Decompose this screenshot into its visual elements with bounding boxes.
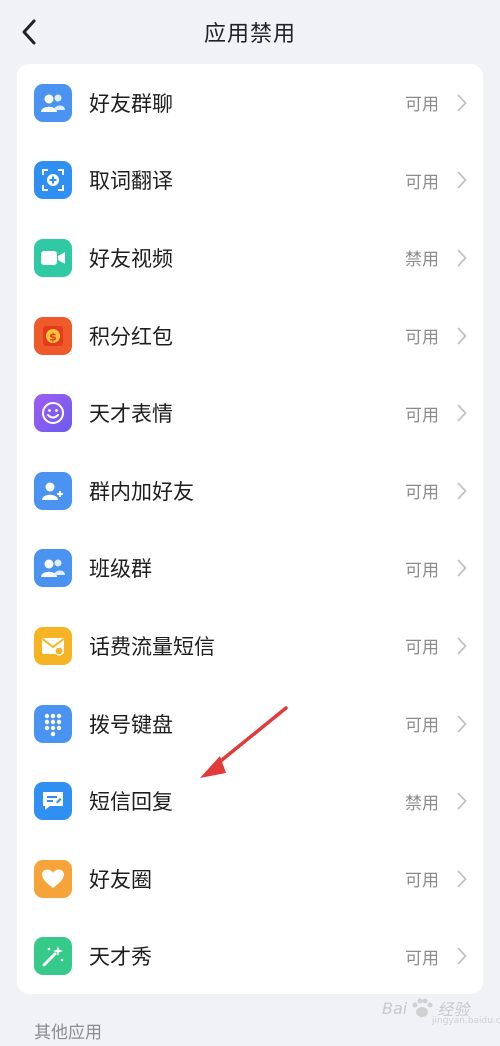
- chevron-right-icon: [455, 326, 469, 346]
- app-row-word-translate[interactable]: 取词翻译 可用: [17, 142, 483, 220]
- app-row-genius-emoji[interactable]: 天才表情 可用: [17, 374, 483, 452]
- app-status: 可用: [405, 483, 439, 504]
- section-header-other-apps: 其他应用: [34, 1023, 102, 1043]
- app-label: 积分红包: [89, 324, 173, 349]
- app-label: 话费流量短信: [89, 634, 215, 659]
- app-status: 可用: [405, 871, 439, 892]
- baidu-watermark: Bai 经验 jingyan.baidu.com: [382, 996, 500, 1026]
- app-row-friend-circle[interactable]: 好友圈 可用: [17, 840, 483, 918]
- chevron-right-icon: [455, 714, 469, 734]
- app-row-class-group[interactable]: 班级群 可用: [17, 530, 483, 608]
- magic-wand-icon: [34, 937, 72, 976]
- add-friend-icon: [34, 471, 72, 510]
- app-status: 可用: [405, 328, 439, 349]
- chevron-right-icon: [455, 558, 469, 578]
- app-status: 可用: [405, 95, 439, 116]
- chevron-right-icon: [455, 481, 469, 501]
- page-title: 应用禁用: [203, 22, 296, 47]
- watermark-url: jingyan.baidu.com: [432, 1016, 500, 1026]
- chevron-right-icon: [455, 248, 469, 268]
- app-status: 禁用: [405, 250, 439, 271]
- app-label: 天才秀: [89, 945, 152, 970]
- app-label: 好友群聊: [89, 91, 173, 116]
- app-status: 禁用: [405, 793, 439, 814]
- class-group-icon: [34, 549, 72, 588]
- chevron-right-icon: [455, 869, 469, 889]
- app-row-group-add-friend[interactable]: 群内加好友 可用: [17, 452, 483, 530]
- app-row-dial-pad[interactable]: 拨号键盘 可用: [17, 685, 483, 763]
- red-packet-icon: $: [34, 316, 72, 355]
- group-chat-icon: [34, 83, 72, 122]
- app-status: 可用: [405, 716, 439, 737]
- chevron-right-icon: [455, 636, 469, 656]
- app-status: 可用: [405, 405, 439, 426]
- app-row-data-sms[interactable]: 话费流量短信 可用: [17, 607, 483, 685]
- app-label: 好友视频: [89, 246, 173, 271]
- app-status: 可用: [405, 172, 439, 193]
- app-label: 班级群: [89, 557, 152, 582]
- smiley-face-icon: [34, 394, 72, 433]
- svg-text:$: $: [49, 330, 57, 343]
- heart-icon: [34, 859, 72, 898]
- app-label: 短信回复: [89, 790, 173, 815]
- chevron-right-icon: [455, 946, 469, 966]
- message-reply-icon: [34, 782, 72, 821]
- app-status: 可用: [405, 638, 439, 659]
- dial-pad-icon: [34, 704, 72, 743]
- scan-translate-icon: [34, 161, 72, 200]
- app-label: 群内加好友: [89, 479, 194, 504]
- app-row-friend-video[interactable]: 好友视频 禁用: [17, 219, 483, 297]
- envelope-icon: [34, 626, 72, 665]
- app-row-friend-group-chat[interactable]: 好友群聊 可用: [17, 64, 483, 142]
- app-label: 取词翻译: [89, 169, 173, 194]
- app-status: 可用: [405, 948, 439, 969]
- app-row-genius-show[interactable]: 天才秀 可用: [17, 918, 483, 994]
- app-row-sms-reply[interactable]: 短信回复 禁用: [17, 762, 483, 840]
- video-camera-icon: [34, 238, 72, 277]
- app-list-card: 好友群聊 可用 取词翻译 可用 好友视频 禁用 $ 积分红包 可用 天才表情 可…: [17, 64, 483, 994]
- chevron-right-icon: [455, 791, 469, 811]
- header-bar: 应用禁用: [0, 0, 500, 66]
- app-label: 拨号键盘: [89, 712, 173, 737]
- app-row-points-red-packet[interactable]: $ 积分红包 可用: [17, 297, 483, 375]
- chevron-right-icon: [455, 403, 469, 423]
- app-status: 可用: [405, 560, 439, 581]
- app-label: 天才表情: [89, 402, 173, 427]
- watermark-brand: Bai: [382, 998, 408, 1018]
- chevron-right-icon: [455, 170, 469, 190]
- chevron-right-icon: [455, 93, 469, 113]
- app-label: 好友圈: [89, 867, 152, 892]
